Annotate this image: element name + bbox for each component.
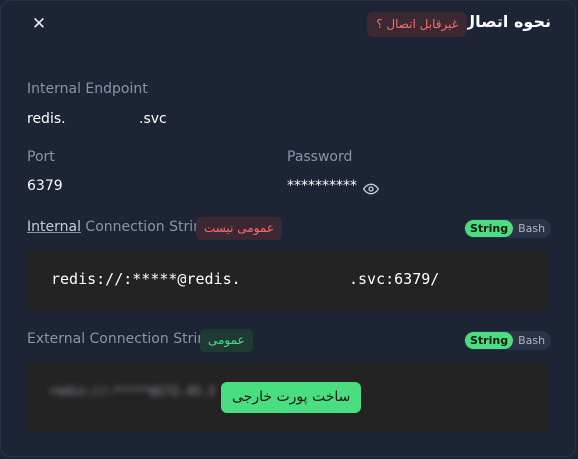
internal-connection-label-underlined: Internal bbox=[27, 219, 81, 235]
dialog-header: ✕ نحوه اتصال غیرقابل اتصال ؟ bbox=[1, 1, 577, 49]
not-public-badge: عمومی نیست bbox=[196, 217, 282, 240]
external-toggle-bash[interactable]: Bash bbox=[513, 332, 550, 349]
internal-endpoint-label: Internal Endpoint bbox=[27, 81, 148, 97]
create-external-port-button[interactable]: ساخت پورت خارجی bbox=[221, 382, 362, 413]
internal-toggle-string[interactable]: String bbox=[465, 220, 514, 237]
internal-connection-code-suffix: .svc:6379/ bbox=[349, 270, 440, 288]
close-icon[interactable]: ✕ bbox=[29, 14, 49, 34]
external-connection-blurred: redis://:*****@172.45.2 bbox=[49, 384, 216, 398]
dialog-title: نحوه اتصال bbox=[461, 12, 551, 31]
internal-toggle-bash[interactable]: Bash bbox=[513, 220, 550, 237]
internal-connection-label: Internal Connection String bbox=[27, 219, 211, 235]
password-label: Password bbox=[287, 149, 353, 165]
port-label: Port bbox=[27, 149, 55, 165]
internal-connection-codebox: redis://:*****@redis. .svc:6379/ bbox=[27, 250, 547, 312]
internal-format-toggle[interactable]: String Bash bbox=[464, 219, 552, 238]
password-value: ********** bbox=[287, 178, 357, 194]
public-badge: عمومی bbox=[200, 329, 253, 352]
external-connection-codebox: redis://:*****@172.45.2 ساخت پورت خارجی bbox=[27, 362, 547, 432]
external-toggle-string[interactable]: String bbox=[465, 332, 514, 349]
internal-connection-label-rest: Connection String bbox=[80, 219, 211, 235]
connection-dialog: ✕ نحوه اتصال غیرقابل اتصال ؟ Internal En… bbox=[0, 0, 576, 457]
status-badge: غیرقابل اتصال ؟ bbox=[367, 12, 467, 37]
internal-endpoint-prefix: redis. bbox=[27, 111, 66, 127]
external-connection-label: External Connection String bbox=[27, 331, 215, 347]
eye-icon[interactable] bbox=[363, 181, 379, 197]
port-value: 6379 bbox=[27, 178, 63, 194]
internal-connection-code-prefix: redis://:*****@redis. bbox=[51, 270, 241, 288]
external-format-toggle[interactable]: String Bash bbox=[464, 331, 552, 350]
internal-endpoint-suffix: .svc bbox=[139, 111, 167, 127]
